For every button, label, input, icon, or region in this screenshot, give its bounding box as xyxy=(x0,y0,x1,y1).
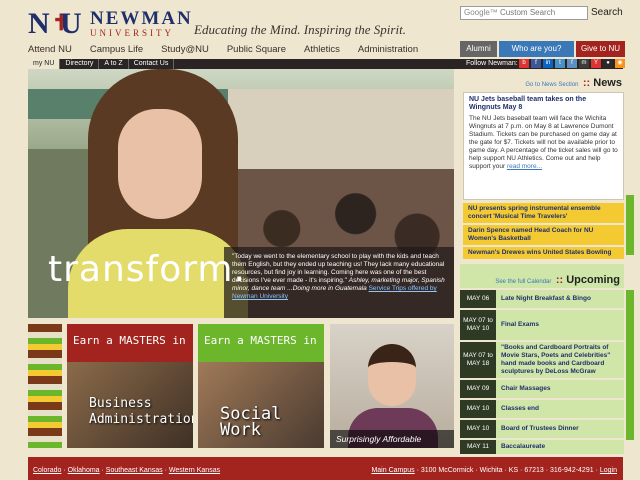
tagline: Educating the Mind. Inspiring the Spirit… xyxy=(194,22,406,37)
student-photo xyxy=(368,344,416,406)
promo-label-social-work: Social Work xyxy=(220,404,282,440)
footer-login-link[interactable]: Login xyxy=(600,467,617,474)
utility-a-to-z[interactable]: A to Z xyxy=(99,59,129,69)
utility-contact[interactable]: Contact Us xyxy=(129,59,175,69)
nav-item-study[interactable]: Study@NU xyxy=(161,44,209,59)
hero-banner[interactable]: transform. "Today we went to the element… xyxy=(28,69,454,318)
footer-link-colorado[interactable]: Colorado xyxy=(33,467,61,474)
social-icons: b f in t f m Y ● ◉ xyxy=(519,59,627,68)
news-section-link[interactable]: Go to News Section xyxy=(525,82,578,88)
footer-link-main-campus[interactable]: Main Campus xyxy=(371,467,414,474)
rss-icon[interactable]: ◉ xyxy=(615,59,625,68)
search-input[interactable]: Google™ Custom Search xyxy=(460,6,588,20)
search-button[interactable]: Search xyxy=(591,7,623,18)
nav-item-campus-life[interactable]: Campus Life xyxy=(90,44,143,59)
news-feature-body: The NU Jets baseball team will face the … xyxy=(469,115,618,170)
decorative-stripes xyxy=(28,324,62,448)
calendar-link[interactable]: See the full Calendar xyxy=(495,279,551,285)
event-item[interactable]: MAY 11 Baccalaureate xyxy=(460,440,624,454)
flickr-icon[interactable]: f xyxy=(567,59,577,68)
nav-item-administration[interactable]: Administration xyxy=(358,44,418,59)
main-nav: Attend NU Campus Life Study@NU Public Sq… xyxy=(28,44,436,59)
news-title: News xyxy=(593,77,622,89)
hero-headline: transform. xyxy=(48,249,246,290)
tab-who-are-you[interactable]: Who are you? xyxy=(499,41,574,57)
nav-item-attend[interactable]: Attend NU xyxy=(28,44,72,59)
upcoming-scrollbar[interactable] xyxy=(626,290,634,440)
event-item[interactable]: MAY 06 Late Night Breakfast & Bingo xyxy=(460,290,624,308)
linkedin-icon[interactable]: in xyxy=(543,59,553,68)
news-list: NU presents spring instrumental ensemble… xyxy=(463,203,624,261)
logo-name: NEWMAN xyxy=(90,8,193,29)
nav-item-athletics[interactable]: Athletics xyxy=(304,44,340,59)
logo-university: UNIVERSITY xyxy=(90,28,174,38)
news-feature: NU Jets baseball team takes on the Wingn… xyxy=(463,92,624,200)
promo-banner: Earn a MASTERS in xyxy=(73,334,186,347)
utility-my-nu[interactable]: my NU xyxy=(28,59,61,69)
upcoming-title: Upcoming xyxy=(566,274,620,286)
youtube-icon[interactable]: Y xyxy=(591,59,601,68)
event-item[interactable]: MAY 09 Chair Massages xyxy=(460,380,624,398)
news-item[interactable]: Darin Spence named Head Coach for NU Wom… xyxy=(463,225,624,245)
news-item[interactable]: Newman's Drewes wins United States Bowli… xyxy=(463,247,624,259)
newman-logo[interactable]: N ✝ U NEWMAN UNIVERSITY xyxy=(28,8,193,40)
audience-tabs: Alumni Who are you? Give to NU xyxy=(460,41,627,57)
flickr-dots-icon[interactable]: ● xyxy=(603,59,613,68)
promo-label-administration: Administration xyxy=(89,412,193,427)
business-admin-promo[interactable]: Earn a MASTERS in Business Administratio… xyxy=(67,324,193,448)
news-item[interactable]: NU presents spring instrumental ensemble… xyxy=(463,203,624,223)
social-work-promo[interactable]: Earn a MASTERS in Social Work xyxy=(198,324,324,448)
upcoming-header: See the full Calendar :: Upcoming xyxy=(460,264,624,288)
read-more-link[interactable]: read more... xyxy=(507,163,542,170)
news-scrollbar[interactable] xyxy=(626,195,634,255)
event-item[interactable]: MAY 07 to MAY 18 "Books and Cardboard Po… xyxy=(460,342,624,378)
nav-item-public-square[interactable]: Public Square xyxy=(227,44,286,59)
news-feature-headline[interactable]: NU Jets baseball team takes on the Wingn… xyxy=(469,96,618,112)
affordable-promo[interactable]: Surprisingly Affordable xyxy=(330,324,454,448)
tab-alumni[interactable]: Alumni xyxy=(460,41,497,57)
footer-locations: Colorado · Oklahoma · Southeast Kansas ·… xyxy=(33,467,221,474)
facebook-icon[interactable]: f xyxy=(531,59,541,68)
utility-directory[interactable]: Directory xyxy=(60,59,100,69)
promo-label-business: Business xyxy=(89,396,152,411)
event-item[interactable]: MAY 10 Classes end xyxy=(460,400,624,418)
event-item[interactable]: MAY 07 to MAY 10 Final Exams xyxy=(460,310,624,340)
footer-link-southeast-kansas[interactable]: Southeast Kansas xyxy=(106,467,163,474)
events-list: MAY 06 Late Night Breakfast & Bingo MAY … xyxy=(460,290,624,456)
hero-quote: "Today we went to the elementary school … xyxy=(232,253,445,300)
blog-icon[interactable]: b xyxy=(519,59,529,68)
news-header: Go to News Section :: News xyxy=(525,77,622,89)
follow-label: Follow Newman: xyxy=(466,60,518,67)
myspace-icon[interactable]: m xyxy=(579,59,589,68)
nu-monogram: N ✝ U xyxy=(28,7,82,40)
footer-link-oklahoma[interactable]: Oklahoma xyxy=(68,467,100,474)
event-item[interactable]: MAY 10 Board of Trustees Dinner xyxy=(460,420,624,438)
promo-banner: Earn a MASTERS in xyxy=(204,334,317,347)
tab-give[interactable]: Give to NU xyxy=(576,41,625,57)
hero-student-image xyxy=(118,109,202,219)
twitter-icon[interactable]: t xyxy=(555,59,565,68)
footer: Colorado · Oklahoma · Southeast Kansas ·… xyxy=(28,457,623,480)
affordable-caption: Surprisingly Affordable xyxy=(330,430,454,448)
footer-address: Main Campus · 3100 McCormick · Wichita ·… xyxy=(371,467,617,474)
footer-link-western-kansas[interactable]: Western Kansas xyxy=(169,467,220,474)
